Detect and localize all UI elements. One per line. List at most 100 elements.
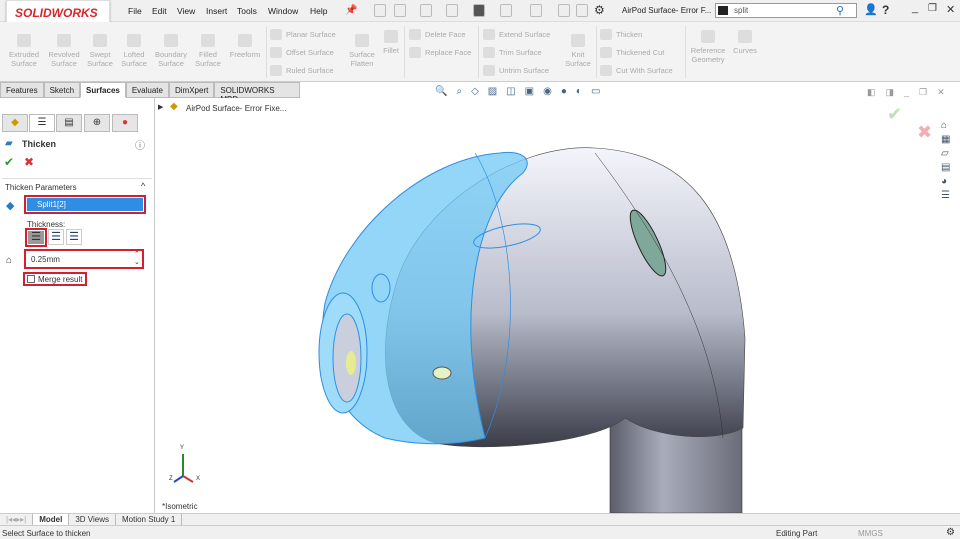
untrim-surface-button[interactable]: Untrim Surface [483,65,549,76]
extend-surface-button[interactable]: Extend Surface [483,29,550,40]
tab-solidworks-mbd[interactable]: SOLIDWORKS MBD [214,82,300,104]
solidworks-logo[interactable]: SOLIDWORKS [6,0,110,24]
curves-button[interactable]: Curves [730,30,760,55]
thicken-side2-button[interactable]: ☰ [66,229,82,245]
collapse-left-icon[interactable]: ◧ [867,87,876,98]
extruded-surface-button[interactable]: Extruded Surface [5,34,43,68]
user-icon[interactable]: 👤 [864,3,878,16]
feature-manager-tab[interactable]: ◆ [2,114,28,132]
rebuild-icon[interactable] [558,4,570,17]
menu-help[interactable]: Help [310,6,327,16]
help-icon[interactable]: ⓘ [135,137,145,152]
freeform-button[interactable]: Freeform [226,34,264,59]
close-icon[interactable]: ✕ [946,3,955,16]
revolved-surface-button[interactable]: Revolved Surface [45,34,83,68]
apply-scene-icon[interactable]: ◐ [576,86,582,97]
thickness-input[interactable]: 0.25mm ⌃ ⌄ [24,249,144,269]
replace-face-button[interactable]: Replace Face [409,47,471,58]
search-icon[interactable]: ⚲ [836,4,844,17]
tab-motion-study-1[interactable]: Motion Study 1 [116,514,183,525]
delete-face-button[interactable]: Delete Face [409,29,465,40]
menu-file[interactable]: File [128,6,142,16]
hide-show-icon[interactable]: ◉ [543,86,552,97]
display-manager-tab[interactable]: ● [112,114,138,132]
surface-flatten-button[interactable]: Surface Flatten [345,34,379,68]
section-view-icon[interactable]: ▨ [488,86,497,97]
pin-icon[interactable]: 📌 [345,5,357,16]
custom-properties-icon[interactable]: ☰ [941,190,950,201]
home-icon[interactable] [374,4,386,17]
menu-insert[interactable]: Insert [206,6,227,16]
menu-view[interactable]: View [177,6,195,16]
tab-surfaces[interactable]: Surfaces [80,82,126,98]
options-gear-icon[interactable]: ⚙ [594,3,605,17]
restore-icon[interactable]: ❐ [928,3,937,14]
spin-stepper-icon[interactable]: ⌃ ⌄ [134,251,140,267]
cancel-x-icon[interactable]: ✖ [24,155,34,169]
filled-surface-button[interactable]: Filled Surface [192,34,224,68]
rebuild-status-icon[interactable]: ⚙ [946,527,955,538]
graphics-area[interactable]: 🔍 ⌕ ◇ ▨ ◫ ▣ ◉ ● ◐ ▭ ◧ ◨ _ ❐ ✕ ▶ ◆ AirPod Surface- Err… [155,86,960,513]
tab-features[interactable]: Features [0,82,44,98]
new-icon[interactable] [394,4,406,17]
previous-view-icon[interactable]: ◇ [471,86,479,97]
planar-surface-button[interactable]: Planar Surface [270,29,336,40]
collapse-chevron-icon[interactable]: ^ [141,181,145,191]
tab-evaluate[interactable]: Evaluate [125,82,169,98]
units-selector[interactable]: MMGS [858,529,883,538]
collapse-right-icon[interactable]: ◨ [886,87,895,98]
zoom-to-area-icon[interactable]: ⌕ [456,86,462,97]
print-icon[interactable] [473,4,485,17]
cut-with-surface-button[interactable]: Cut With Surface [600,65,673,76]
dimxpert-manager-tab[interactable]: ⊕ [84,114,110,132]
trim-surface-button[interactable]: Trim Surface [483,47,542,58]
open-icon[interactable] [420,4,432,17]
offset-surface-button[interactable]: Offset Surface [270,47,334,58]
tab-sketch[interactable]: Sketch [43,82,81,98]
zoom-to-fit-icon[interactable]: 🔍 [435,86,447,97]
swept-surface-button[interactable]: Swept Surface [84,34,116,68]
boundary-surface-button[interactable]: Boundary Surface [152,34,190,68]
surface-selection-box[interactable]: Split1[2] [24,195,146,214]
undo-icon[interactable] [500,4,512,17]
property-manager-tab[interactable]: ☰ [29,114,55,132]
reference-geometry-button[interactable]: Reference Geometry [688,30,728,64]
save-icon[interactable] [446,4,458,17]
menu-window[interactable]: Window [268,6,298,16]
lofted-surface-button[interactable]: Lofted Surface [118,34,150,68]
minimize-icon[interactable]: _ [912,2,918,14]
knit-surface-button[interactable]: Knit Surface [562,34,594,68]
menu-tools[interactable]: Tools [237,6,257,16]
thicken-side1-button[interactable]: ☰ [25,228,47,247]
tab-model[interactable]: Model [33,514,70,525]
close-icon[interactable]: ✕ [937,87,945,98]
file-explorer-icon[interactable]: ▱ [941,148,950,159]
restore-icon[interactable]: ❐ [919,87,927,98]
design-library-icon[interactable]: ▦ [941,134,950,145]
solidworks-resources-icon[interactable]: ⌂ [941,120,950,131]
display-style-icon[interactable]: ▣ [525,86,534,97]
help-icon[interactable]: ? [882,3,889,17]
merge-result-checkbox[interactable]: Merge result [23,272,87,286]
tab-scroll-arrows-icon[interactable]: |◂◂▸▸| [0,514,34,525]
configuration-manager-tab[interactable]: ▤ [56,114,82,132]
tab-3d-views[interactable]: 3D Views [69,514,116,525]
thickened-cut-button[interactable]: Thickened Cut [600,47,664,58]
appearances-icon[interactable]: ◕ [941,176,950,187]
view-orientation-icon[interactable]: ◫ [506,86,515,97]
view-settings-icon[interactable]: ▭ [591,86,600,97]
thicken-both-sides-button[interactable]: ☰ [48,229,64,245]
search-commands-input[interactable]: split ⚲ [715,3,857,18]
select-icon[interactable] [530,4,542,17]
ruled-surface-button[interactable]: Ruled Surface [270,65,334,76]
thicken-button[interactable]: Thicken [600,29,642,40]
minimize-icon[interactable]: _ [904,87,909,98]
tab-dimxpert[interactable]: DimXpert [168,82,215,98]
edit-appearance-icon[interactable]: ● [561,86,567,97]
airpod-model[interactable] [155,98,960,513]
file-properties-icon[interactable] [576,4,588,17]
fillet-button[interactable]: Fillet [380,30,402,55]
view-palette-icon[interactable]: ▤ [941,162,950,173]
ok-check-icon[interactable]: ✔ [4,155,14,169]
menu-edit[interactable]: Edit [152,6,167,16]
